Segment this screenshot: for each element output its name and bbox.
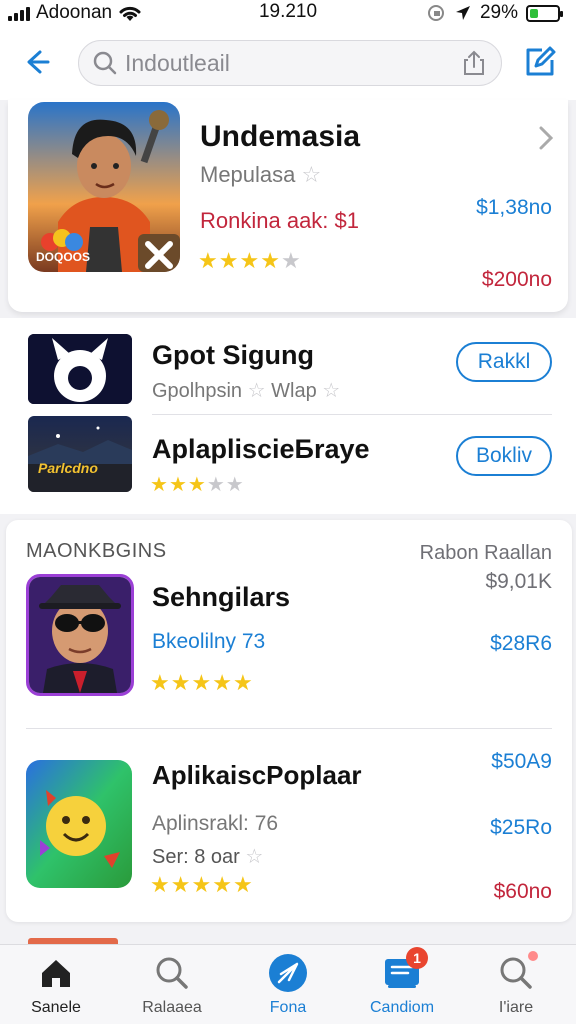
star-filled-icon: ★ (150, 872, 171, 897)
featured-ranking: Ronkina aak: $1 (200, 208, 359, 233)
compass-icon (269, 954, 307, 992)
search-input[interactable] (119, 49, 459, 77)
home-icon (42, 960, 70, 987)
battery-percent: 29% (479, 2, 518, 23)
top-apps-section: MAONKBGINS Rabon Raallan $9,01K Sehngila… (6, 520, 572, 922)
section-item-subtitle: Aplinsrakl: 76 (152, 812, 279, 835)
search-icon (93, 51, 117, 75)
list-item-title: AplaplisciеБraye (152, 434, 370, 464)
section-item-subtitle-2-text: Ser: 8 oar (152, 846, 240, 868)
star-filled-icon: ★ (239, 248, 261, 273)
tab-label: I'iare (498, 999, 534, 1016)
section-item-price: $25Ro (490, 816, 552, 839)
star-empty-icon: ★ (225, 474, 245, 496)
star-filled-icon: ★ (212, 872, 233, 897)
star-filled-icon: ★ (187, 474, 207, 496)
subtitle-star-icon: ☆ (247, 380, 266, 402)
notification-dot (528, 951, 538, 961)
list-item[interactable]: $50A9 AplikaiscPoplaar Aplinsrakl: 76 $2… (6, 746, 572, 916)
tab-updates[interactable]: 1 Candiom (352, 947, 452, 1023)
tab-label: Fona (269, 999, 307, 1016)
featured-subtitle-text: Mepulasa (200, 162, 296, 187)
section-item-star-rating: ★★★★★ (150, 670, 254, 696)
featured-app-icon: DOQOOS (28, 102, 180, 272)
status-right: 29% (426, 0, 563, 26)
sehngilars-app-icon (26, 574, 134, 696)
compose-icon[interactable] (522, 44, 558, 80)
notification-badge: 1 (406, 947, 428, 969)
star-filled-icon: ★ (260, 248, 281, 273)
section-item-price-red: $60no (493, 880, 552, 903)
star-filled-icon: ★ (232, 670, 254, 695)
search-bar[interactable] (78, 40, 502, 86)
status-bar: Adoonan 19.210 29% (0, 0, 576, 26)
section-see-all[interactable]: Rabon Raallan (420, 542, 552, 565)
star-filled-icon: ★ (191, 872, 213, 897)
section-item-subtitle-2: Ser: 8 oar ☆ (152, 844, 263, 869)
list-item-subtitle: Gpolhpsin ☆ Wlap ☆ (152, 378, 340, 403)
featured-subtitle-star-icon: ☆ (301, 162, 322, 187)
parlcdno-app-icon: Parlcdno (28, 416, 132, 492)
list-item[interactable]: Parlcdno AplaplisciеБraye ★★★★★ Bokliv (0, 414, 576, 510)
battery-icon (526, 4, 563, 22)
divider (26, 728, 552, 729)
tab-search[interactable]: Ralaaea (122, 953, 222, 1023)
featured-price: $1,38no (476, 196, 552, 219)
featured-title: Undemasia (200, 120, 361, 153)
back-chevron-icon[interactable] (20, 44, 54, 80)
star-empty-icon: ★ (280, 248, 302, 273)
list-item-subtitle-text: Gpolhpsin (152, 380, 243, 402)
star-filled-icon: ★ (170, 872, 192, 897)
star-filled-icon: ★ (150, 474, 169, 496)
featured-icon-label: DOQOOS (36, 250, 91, 264)
featured-subtitle: Mepulasa ☆ (200, 162, 321, 188)
list-item[interactable]: Gpot Sigung Gpolhpsin ☆ Wlap ☆ Rakkl (0, 318, 576, 414)
get-button[interactable]: Rakkl (456, 342, 552, 382)
battery-level (530, 8, 538, 18)
get-button[interactable]: Bokliv (456, 436, 552, 476)
section-item-price-top: $50A9 (491, 750, 552, 773)
aplikais-app-icon (26, 760, 132, 888)
featured-star-rating: ★★★★★ (198, 248, 302, 274)
star-filled-icon: ★ (232, 872, 254, 897)
app-list: Gpot Sigung Gpolhpsin ☆ Wlap ☆ Rakkl Par… (0, 318, 576, 514)
tab-bar: Sanele Ralaaea Fona 1 Candiom I'iare (0, 944, 576, 1024)
section-item-star-rating: ★★★★★ (150, 872, 254, 898)
chevron-right-icon[interactable] (536, 124, 556, 152)
search-icon (156, 957, 188, 989)
navigation-bar (0, 26, 576, 100)
section-item-price: $28R6 (490, 632, 552, 655)
share-icon[interactable] (459, 48, 489, 78)
tab-label: Ralaaea (142, 999, 202, 1016)
orientation-lock-icon (427, 5, 444, 21)
star-filled-icon: ★ (212, 670, 233, 695)
star-filled-icon: ★ (168, 474, 188, 496)
subtitle-star-icon: ☆ (322, 380, 341, 402)
subtitle-star-icon: ☆ (245, 846, 264, 868)
section-item-subtitle: Bkeolilny 73 (152, 630, 266, 653)
tab-label: Candiom (369, 999, 435, 1016)
star-filled-icon: ★ (191, 670, 213, 695)
tab-more[interactable]: I'iare (466, 951, 566, 1023)
gpot-app-icon (28, 334, 132, 404)
star-filled-icon: ★ (170, 670, 192, 695)
list-item[interactable]: Sehngilars Bkeolilny 73 $28R6 ★★★★★ (6, 572, 572, 732)
star-filled-icon: ★ (198, 248, 219, 273)
tab-discover[interactable]: Fona (238, 953, 338, 1023)
list-item-star-rating: ★★★★★ (150, 472, 245, 497)
section-item-title: AplikaiscPoplaar (152, 760, 362, 790)
list-item-title: Gpot Sigung (152, 340, 314, 370)
section-item-title: Sehngilars (152, 582, 291, 612)
tab-label: Sanele (31, 999, 81, 1016)
featured-app-card[interactable]: DOQOOS Undemasia Mepulasa ☆ Ronkina aak:… (8, 100, 568, 312)
location-icon (455, 6, 470, 20)
section-heading: MAONKBGINS (26, 540, 167, 562)
star-filled-icon: ★ (150, 670, 171, 695)
star-empty-icon: ★ (206, 474, 226, 496)
list-item-subtitle-extra: Wlap (271, 380, 317, 402)
featured-price-red: $200no (481, 268, 552, 291)
star-filled-icon: ★ (218, 248, 240, 273)
parlcdno-icon-label: Parlcdno (38, 460, 98, 476)
tab-home[interactable]: Sanele (6, 953, 106, 1023)
